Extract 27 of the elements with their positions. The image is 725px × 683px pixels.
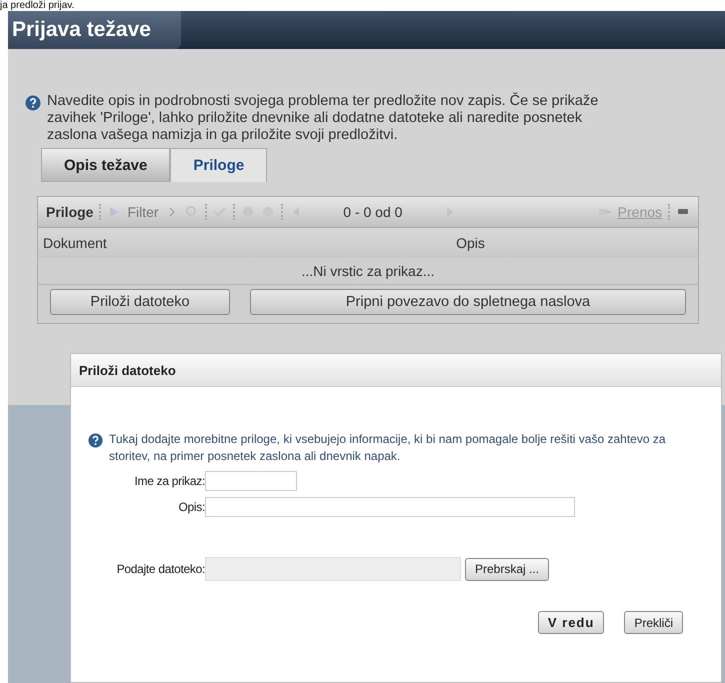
- info-text: Navedite opis in podrobnosti svojega problema ter predložite nov zapis. Če se prikaže zavihek 'Priloge', lahko priložite dnevnike ali dodatne datoteke ali naredite posnetek zaslona vašega namizja in ga priložite svoji predložitvi.: [47, 93, 600, 144]
- input-field[interactable]: [205, 471, 297, 491]
- empty-message: ...Ni vrstic za prikaz...: [38, 258, 698, 285]
- browse-button[interactable]: Prebrskaj ...: [465, 558, 550, 580]
- help-icon: [88, 433, 103, 448]
- check-icon[interactable]: [212, 205, 227, 219]
- column-header: Dokument: [42, 235, 108, 251]
- field-label: Opis:: [177, 500, 205, 514]
- top-text: ja predloži prijav.: [0, 0, 76, 11]
- dialog-info-text: Tukaj dodajte morebitne priloge, ki vsebujejo informacije, ki bi nam pomagale bolje rešiti vašo zahtevo za storitev, na primer posnetek zaslona ali dnevnik napak.: [109, 431, 667, 465]
- dialog-title: Priloži datoteko: [71, 354, 721, 387]
- paging-text: 0 - 0 od 0: [342, 204, 404, 220]
- tab[interactable]: Opis težave: [41, 148, 170, 182]
- attach-file-button[interactable]: Priloži datoteko: [50, 289, 230, 315]
- file-field[interactable]: [205, 557, 461, 581]
- help-icon: [25, 95, 41, 111]
- input-field[interactable]: [205, 497, 575, 517]
- column-header: Opis: [455, 235, 486, 251]
- field-label: Podajte datoteko:: [116, 562, 205, 576]
- attach-link-button[interactable]: Pripni povezavo do spletnega naslova: [250, 289, 686, 315]
- tab[interactable]: Priloge: [170, 148, 268, 182]
- ok-button[interactable]: V redu: [538, 611, 604, 634]
- cancel-button[interactable]: Prekliči: [624, 611, 683, 634]
- grid-title: Priloge: [46, 204, 94, 220]
- search-icon[interactable]: [184, 205, 199, 219]
- field-label: Ime za prikaz:: [134, 474, 205, 488]
- page-title: Prijava težave: [8, 11, 181, 49]
